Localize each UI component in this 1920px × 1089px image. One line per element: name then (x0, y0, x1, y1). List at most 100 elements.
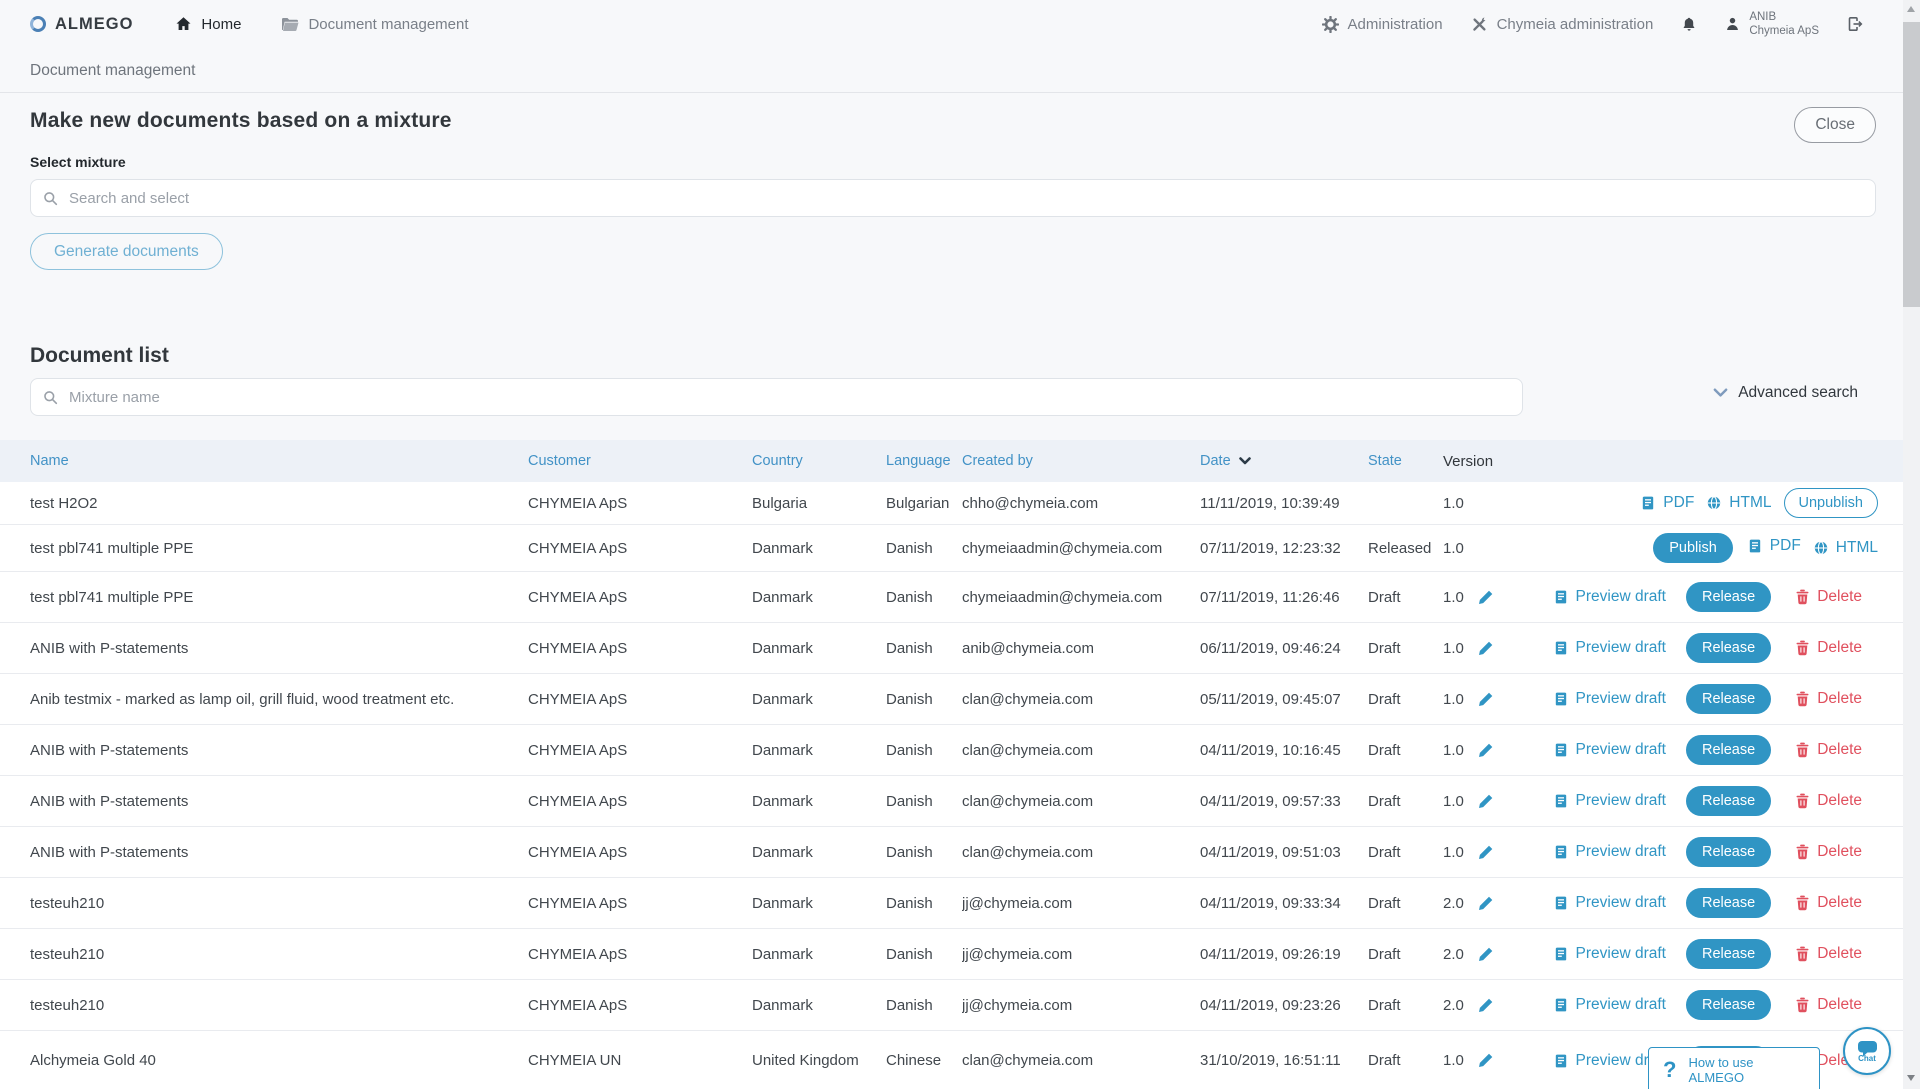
breadcrumb-label: Document management (308, 16, 468, 33)
chat-button[interactable]: Chat (1843, 1027, 1891, 1075)
vertical-scrollbar[interactable] (1903, 0, 1920, 1089)
release-button[interactable]: Release (1686, 939, 1771, 969)
mixture-search-input[interactable] (67, 189, 1863, 208)
preview-document-icon (1553, 691, 1569, 707)
generate-documents-button[interactable]: Generate documents (30, 233, 223, 270)
preview-draft-link[interactable]: Preview draft (1553, 741, 1666, 759)
cell-version: 1.0 (1443, 691, 1503, 708)
trash-icon (1795, 946, 1810, 962)
cell-customer: CHYMEIA ApS (528, 640, 752, 657)
edit-version-icon[interactable] (1477, 589, 1494, 606)
document-search-box[interactable] (30, 378, 1523, 416)
cell-date: 31/10/2019, 16:51:11 (1200, 1052, 1368, 1069)
user-info: ANIB Chymeia ApS (1749, 10, 1819, 39)
release-button[interactable]: Release (1686, 735, 1771, 765)
nav-chymeia-administration[interactable]: Chymeia administration (1471, 16, 1654, 33)
nav-home[interactable]: Home (175, 16, 241, 33)
section-title: Make new documents based on a mixture (30, 109, 1920, 133)
column-header-state[interactable]: State (1368, 453, 1443, 469)
trash-icon (1795, 691, 1810, 707)
edit-version-icon[interactable] (1477, 1052, 1494, 1069)
edit-version-icon[interactable] (1477, 742, 1494, 759)
pdf-link[interactable]: PDF (1747, 537, 1801, 555)
how-to-use-button[interactable]: ? How to use ALMEGO (1648, 1047, 1820, 1089)
preview-draft-link[interactable]: Preview draft (1553, 639, 1666, 657)
delete-link[interactable]: Delete (1795, 945, 1862, 963)
column-header-customer[interactable]: Customer (528, 453, 752, 469)
scrollbar-thumb[interactable] (1903, 22, 1920, 307)
preview-document-icon (1553, 895, 1569, 911)
preview-draft-link[interactable]: Preview draft (1553, 690, 1666, 708)
publish-button[interactable]: Publish (1653, 533, 1733, 563)
html-link[interactable]: HTML (1813, 539, 1878, 557)
release-button[interactable]: Release (1686, 684, 1771, 714)
pdf-link[interactable]: PDF (1640, 494, 1694, 512)
notifications-button[interactable] (1681, 16, 1697, 33)
release-button[interactable]: Release (1686, 633, 1771, 663)
document-search-input[interactable] (67, 388, 1510, 407)
html-link[interactable]: HTML (1706, 494, 1771, 512)
trash-icon (1795, 844, 1810, 860)
delete-link[interactable]: Delete (1795, 639, 1862, 657)
delete-link[interactable]: Delete (1795, 996, 1862, 1014)
cell-customer: CHYMEIA ApS (528, 946, 752, 963)
user-menu[interactable]: ANIB Chymeia ApS (1725, 10, 1819, 39)
cell-date: 04/11/2019, 09:23:26 (1200, 997, 1368, 1014)
folder-icon (281, 17, 299, 32)
nav-administration[interactable]: Administration (1322, 16, 1443, 33)
document-row: ANIB with P-statements CHYMEIA ApS Danma… (0, 776, 1903, 827)
document-row: test pbl741 multiple PPE CHYMEIA ApS Dan… (0, 572, 1903, 623)
delete-link[interactable]: Delete (1795, 741, 1862, 759)
cell-version: 1.0 (1443, 742, 1503, 759)
edit-version-icon[interactable] (1477, 640, 1494, 657)
delete-link[interactable]: Delete (1795, 894, 1862, 912)
delete-link[interactable]: Delete (1795, 792, 1862, 810)
cell-created-by: jj@chymeia.com (962, 946, 1200, 963)
logout-button[interactable] (1847, 16, 1864, 32)
mixture-search-box[interactable] (30, 179, 1876, 217)
scrollbar-down-arrow-icon[interactable] (1907, 1075, 1915, 1081)
preview-draft-link[interactable]: Preview draft (1553, 894, 1666, 912)
column-header-date[interactable]: Date (1200, 453, 1368, 469)
cell-language: Bulgarian (886, 495, 962, 512)
chat-label: Chat (1858, 1054, 1876, 1063)
edit-version-icon[interactable] (1477, 793, 1494, 810)
delete-link[interactable]: Delete (1795, 843, 1862, 861)
release-button[interactable]: Release (1686, 786, 1771, 816)
delete-link[interactable]: Delete (1795, 690, 1862, 708)
release-button[interactable]: Release (1686, 888, 1771, 918)
pdf-document-icon (1640, 495, 1656, 511)
breadcrumb[interactable]: Document management (281, 16, 468, 33)
cell-country: Danmark (752, 997, 886, 1014)
column-header-name[interactable]: Name (30, 453, 528, 469)
sort-descending-icon (1239, 457, 1251, 465)
cell-created-by: clan@chymeia.com (962, 691, 1200, 708)
release-button[interactable]: Release (1686, 582, 1771, 612)
cell-version: 1.0 (1443, 589, 1503, 606)
column-header-language[interactable]: Language (886, 453, 962, 469)
edit-version-icon[interactable] (1477, 844, 1494, 861)
release-button[interactable]: Release (1686, 990, 1771, 1020)
delete-link[interactable]: Delete (1795, 588, 1862, 606)
scrollbar-up-arrow-icon[interactable] (1907, 6, 1915, 12)
trash-icon (1795, 742, 1810, 758)
logout-icon (1847, 16, 1864, 32)
unpublish-button[interactable]: Unpublish (1784, 488, 1879, 518)
preview-draft-link[interactable]: Preview draft (1553, 945, 1666, 963)
almego-logo[interactable]: ALMEGO (30, 15, 133, 34)
cell-name: test pbl741 multiple PPE (30, 540, 528, 557)
edit-version-icon[interactable] (1477, 997, 1494, 1014)
edit-version-icon[interactable] (1477, 946, 1494, 963)
advanced-search-toggle[interactable]: Advanced search (1713, 384, 1858, 402)
column-header-created-by[interactable]: Created by (962, 453, 1200, 469)
preview-draft-link[interactable]: Preview draft (1553, 588, 1666, 606)
preview-draft-link[interactable]: Preview draft (1553, 792, 1666, 810)
edit-version-icon[interactable] (1477, 691, 1494, 708)
preview-draft-link[interactable]: Preview draft (1553, 843, 1666, 861)
preview-draft-link[interactable]: Preview draft (1553, 996, 1666, 1014)
close-button[interactable]: Close (1794, 107, 1876, 143)
edit-version-icon[interactable] (1477, 895, 1494, 912)
trash-icon (1795, 997, 1810, 1013)
column-header-country[interactable]: Country (752, 453, 886, 469)
release-button[interactable]: Release (1686, 837, 1771, 867)
